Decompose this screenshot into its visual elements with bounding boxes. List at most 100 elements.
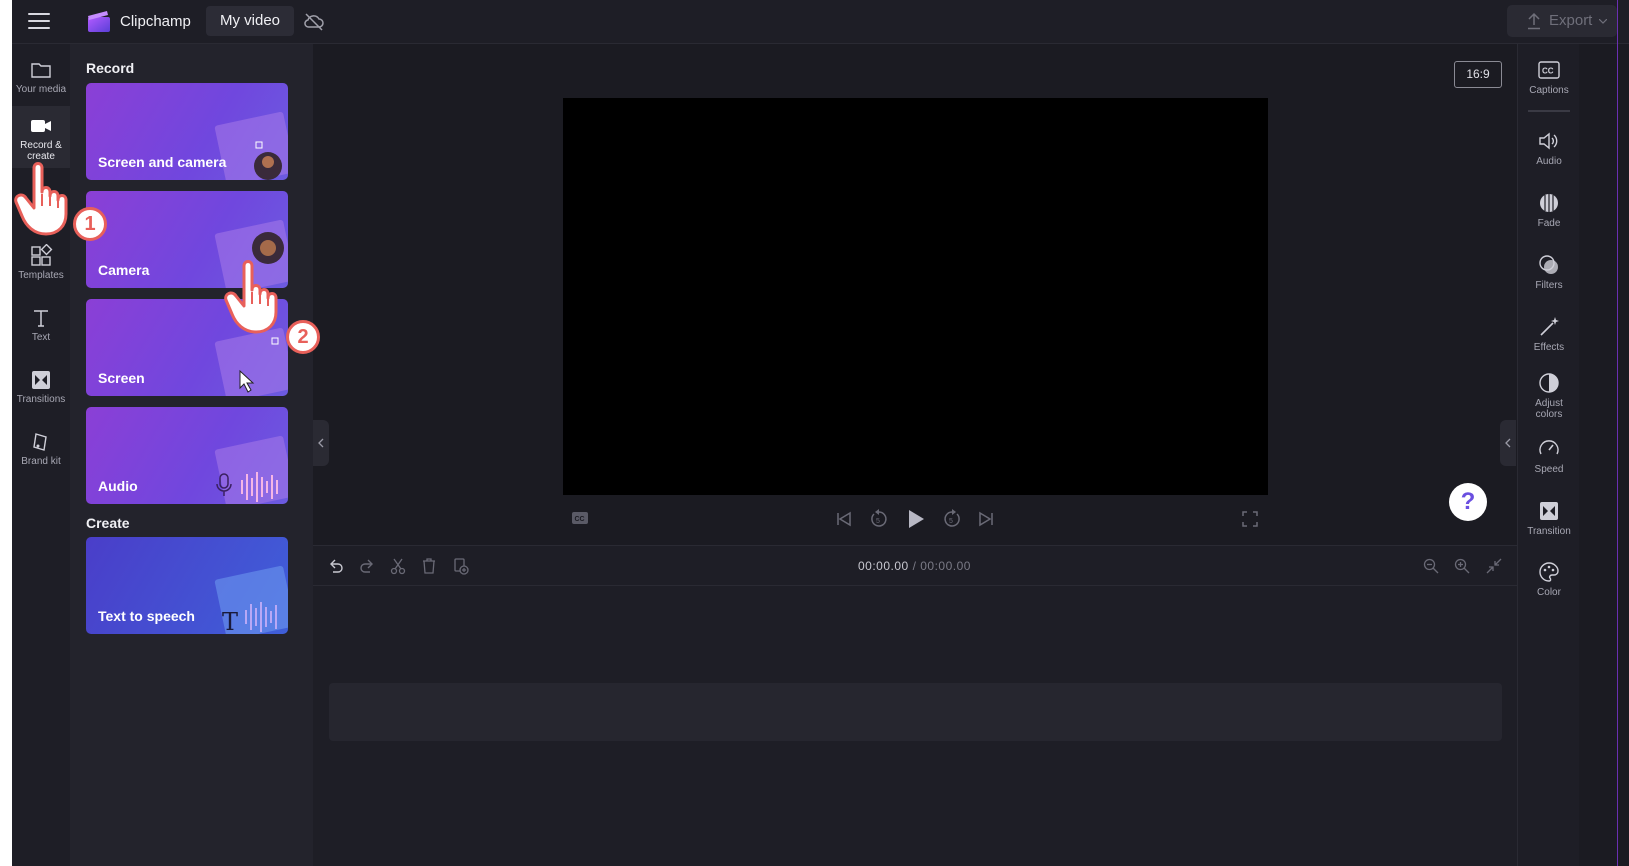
rail-item-text[interactable]: Text: [12, 298, 70, 354]
card-label: Camera: [98, 262, 150, 278]
rail-item-filters[interactable]: Filters: [1518, 253, 1580, 291]
rail-item-fade[interactable]: Fade: [1518, 191, 1580, 229]
rail-item-captions[interactable]: CC Captions: [1518, 58, 1580, 96]
app-name: Clipchamp: [120, 13, 191, 30]
rail-item-templates[interactable]: Templates: [12, 236, 70, 292]
rail-label: Transition: [1527, 526, 1571, 537]
captions-toggle-icon[interactable]: CC: [571, 511, 589, 525]
rail-label: Effects: [1533, 342, 1565, 353]
rail-item-adjust-colors[interactable]: Adjust colors: [1518, 371, 1580, 420]
timeline-toolbar: 00:00.00 / 00:00.00: [313, 546, 1517, 586]
svg-text:5: 5: [876, 518, 880, 525]
fit-timeline-icon[interactable]: [1485, 557, 1503, 575]
rail-label: Adjust colors: [1535, 398, 1563, 420]
collapse-right-panel-button[interactable]: [1500, 420, 1516, 466]
text-icon: [34, 310, 48, 327]
rail-item-your-media[interactable]: Your media: [12, 50, 70, 106]
upload-icon: [1528, 12, 1540, 30]
svg-text:5: 5: [949, 518, 953, 525]
text-to-speech-card[interactable]: T Text to speech: [86, 537, 288, 634]
contrast-icon: [1539, 373, 1559, 393]
svg-text:CC: CC: [1542, 67, 1554, 76]
time-separator: /: [912, 559, 917, 573]
folder-icon: [31, 63, 51, 78]
rail-item-brand-kit[interactable]: Brand kit: [12, 422, 70, 478]
hamburger-menu-icon[interactable]: [28, 12, 50, 30]
delete-icon[interactable]: [420, 557, 438, 575]
rail-item-audio[interactable]: Audio: [1518, 129, 1580, 167]
timecode: 00:00.00 / 00:00.00: [858, 559, 971, 573]
scissors-icon[interactable]: [389, 557, 407, 575]
card-label: Screen and camera: [98, 154, 227, 170]
rail-label: Filters: [1535, 280, 1563, 291]
screen-and-camera-card[interactable]: Screen and camera: [86, 83, 288, 180]
rail-item-speed[interactable]: Speed: [1518, 437, 1580, 475]
rail-label: Fade: [1537, 218, 1561, 229]
rewind-5-icon[interactable]: 5: [869, 509, 889, 529]
clipchamp-logo-icon: [88, 11, 110, 32]
templates-icon: [31, 244, 53, 266]
text-to-speech-illustration-icon: T: [214, 565, 288, 634]
audio-card[interactable]: Audio: [86, 407, 288, 504]
record-section-title: Record: [86, 60, 135, 76]
zoom-out-icon[interactable]: [1422, 557, 1440, 575]
svg-text:T: T: [222, 608, 238, 634]
transition-icon: [1540, 502, 1558, 520]
rail-label: Text: [31, 332, 51, 343]
video-preview-area: 16:9 CC 5 5 ?: [313, 44, 1517, 545]
player-controls: CC 5 5: [313, 504, 1517, 534]
window-edge: [1617, 0, 1618, 866]
help-button[interactable]: ?: [1449, 483, 1487, 521]
timeline-track[interactable]: [329, 683, 1502, 741]
rail-item-color[interactable]: Color: [1518, 560, 1580, 598]
rail-label: Color: [1537, 587, 1561, 598]
rail-label: Speed: [1534, 464, 1564, 475]
record-create-panel: Record Screen and camera Camera Screen A…: [70, 44, 313, 866]
fade-icon: [1540, 194, 1558, 212]
top-bar: Clipchamp My video Export: [12, 0, 1629, 44]
rail-label: Captions: [1529, 85, 1569, 96]
forward-5-icon[interactable]: 5: [942, 509, 962, 529]
rail-item-transitions[interactable]: Transitions: [12, 360, 70, 416]
audio-illustration-icon: [214, 435, 288, 504]
timeline: 00:00.00 / 00:00.00: [313, 545, 1517, 866]
svg-text:CC: CC: [575, 516, 585, 523]
collapse-left-panel-button[interactable]: [313, 420, 329, 466]
card-label: Screen: [98, 370, 145, 386]
magic-wand-icon: [1540, 317, 1559, 336]
rail-label: Audio: [1536, 156, 1562, 167]
cloud-off-icon[interactable]: [303, 12, 325, 32]
current-time: 00:00.00: [858, 559, 909, 573]
rail-item-transition[interactable]: Transition: [1518, 499, 1580, 537]
total-time: 00:00.00: [920, 559, 971, 573]
skip-forward-icon[interactable]: [977, 510, 995, 528]
rail-label: Brand kit: [21, 456, 61, 467]
rail-label: Templates: [18, 270, 64, 281]
skip-back-icon[interactable]: [835, 510, 853, 528]
zoom-in-icon[interactable]: [1453, 557, 1471, 575]
video-camera-icon: [31, 120, 51, 132]
duplicate-icon[interactable]: [451, 557, 469, 575]
chevron-down-icon: [1599, 19, 1607, 24]
transitions-icon: [32, 371, 50, 389]
undo-icon[interactable]: [327, 557, 345, 575]
step-1-badge: 1: [73, 207, 107, 241]
rail-item-effects[interactable]: Effects: [1518, 315, 1580, 353]
captions-icon: CC: [1538, 61, 1560, 79]
palette-icon: [1539, 562, 1559, 582]
right-rail-divider: [1528, 110, 1570, 112]
video-canvas: [563, 98, 1268, 495]
export-button[interactable]: Export: [1507, 5, 1617, 37]
fullscreen-icon[interactable]: [1241, 510, 1259, 528]
export-label: Export: [1549, 12, 1593, 29]
aspect-ratio-button[interactable]: 16:9: [1454, 61, 1502, 88]
speedometer-icon: [1539, 440, 1559, 455]
card-label: Audio: [98, 478, 138, 494]
filters-icon: [1539, 255, 1558, 274]
chevron-left-icon: [318, 438, 324, 448]
project-title[interactable]: My video: [206, 6, 295, 36]
play-icon[interactable]: [906, 508, 926, 530]
redo-icon[interactable]: [358, 557, 376, 575]
card-label: Text to speech: [98, 608, 195, 624]
step-2-badge: 2: [286, 320, 320, 354]
